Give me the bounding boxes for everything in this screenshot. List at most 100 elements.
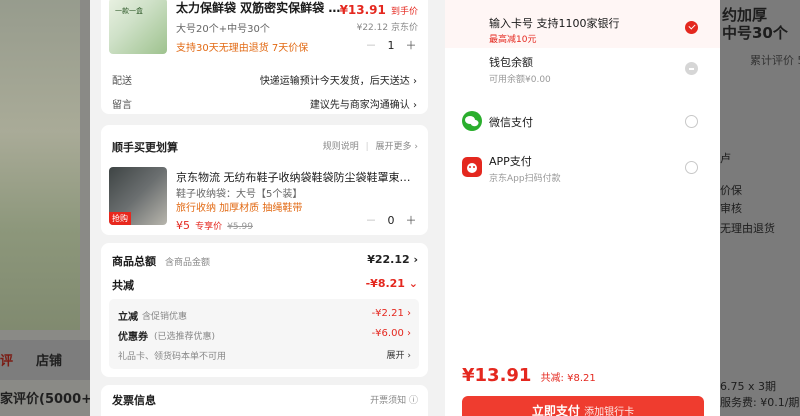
- instant-discount-sub: 含促销优惠: [142, 312, 188, 322]
- product-price-group: ¥13.91 到手价: [340, 0, 418, 18]
- tab-reviews[interactable]: 评: [0, 350, 13, 369]
- payment-option-wechat[interactable]: 微信支付: [445, 104, 720, 140]
- background-tabs: 评 店铺: [0, 340, 90, 380]
- coupon-sub: (已选推荐优惠): [154, 332, 216, 342]
- addon-product-thumbnail[interactable]: 抢购: [109, 167, 167, 225]
- wechat-title: 微信支付: [489, 116, 533, 129]
- product-services: 支持30天无理由退货 7天价保: [176, 43, 309, 54]
- product-thumbnail[interactable]: 一款一盒: [109, 0, 167, 54]
- pay-now-hint: 添加银行卡: [584, 407, 635, 416]
- quantity-stepper: － 1 ＋: [362, 36, 420, 54]
- product-card: 一款一盒 太力保鲜袋 双筋密实保鲜袋 密… ¥13.91 到手价 大号20个+中…: [101, 0, 428, 114]
- payment-method-panel: 输入卡号 支持1100家银行 最高减10元 钱包余额 可用余额¥0.00 微信支…: [445, 0, 720, 416]
- payment-total-saved: 共减: ¥8.21: [540, 373, 596, 384]
- price-summary-card: 商品总额 含商品金额 ¥22.12 › 共减 -¥8.21 ⌄ 立减 含促销优惠…: [101, 243, 428, 377]
- addon-more-link[interactable]: 展开更多: [376, 142, 412, 152]
- addon-rules-link[interactable]: 规则说明: [323, 142, 359, 152]
- addon-price-group: ¥5 专享价 ¥5.99: [176, 214, 253, 233]
- product-price-note: 到手价: [390, 7, 418, 17]
- addon-quantity-stepper: － 0 ＋: [362, 211, 420, 229]
- delivery-label: 配送: [112, 76, 132, 87]
- message-label: 留言: [112, 100, 132, 111]
- payment-total: ¥13.91: [462, 365, 532, 386]
- invoice-label: 发票信息: [112, 394, 156, 407]
- jd-app-icon: [462, 157, 482, 177]
- quantity-value[interactable]: 1: [380, 39, 402, 52]
- addon-price-note: 专享价: [195, 222, 223, 232]
- coupon-value[interactable]: -¥6.00 ›: [372, 328, 411, 339]
- instant-discount-value[interactable]: -¥2.21 ›: [372, 308, 411, 319]
- delivery-row[interactable]: 配送 快递运输预计今天发货，后天送达 ›: [112, 72, 417, 87]
- addon-card: 顺手买更划算 规则说明 | 展开更多 › 抢购 京东物流 无纺布鞋子收纳袋鞋袋防…: [101, 125, 428, 235]
- wallet-title: 钱包余额: [489, 56, 533, 69]
- message-row[interactable]: 留言 建议先与商家沟通确认 ›: [112, 96, 417, 111]
- wechat-bubble-icon: [465, 116, 479, 127]
- addon-quantity-decrease-button[interactable]: －: [362, 212, 380, 228]
- gift-card-note: 礼品卡、领货码本单不可用: [118, 352, 227, 362]
- app-pay-radio[interactable]: [685, 161, 698, 174]
- pay-now-label: 立即支付: [531, 404, 580, 416]
- tab-shop[interactable]: 店铺: [36, 350, 62, 369]
- addon-product-tags: 旅行收纳 加厚材质 抽绳鞋带: [176, 203, 303, 214]
- quantity-decrease-button[interactable]: －: [362, 37, 380, 53]
- addon-header: 顺手买更划算: [112, 141, 178, 154]
- discount-details: 立减 含促销优惠 -¥2.21 › 优惠券 (已选推荐优惠) -¥6.00 › …: [109, 299, 419, 369]
- payment-option-bank-card[interactable]: 输入卡号 支持1100家银行 最高减10元: [445, 0, 720, 48]
- addon-quantity-value[interactable]: 0: [380, 214, 402, 227]
- background-side-label: 价保: [720, 184, 742, 197]
- addon-price: ¥5: [176, 219, 190, 232]
- invoice-card: 发票信息 开票须知 ⓘ: [101, 385, 428, 416]
- payment-option-app[interactable]: APP支付 京东App扫码付款: [445, 150, 720, 190]
- addon-thumbnail-tag: 抢购: [109, 212, 131, 225]
- addon-product-title[interactable]: 京东物流 无纺布鞋子收纳袋鞋袋防尘袋鞋罩束口抽…: [176, 169, 416, 185]
- background-side-label: 无理由退货: [720, 222, 775, 235]
- background-right: 约加厚 中号30个 累计评价 5 卢 价保 审核 无理由退货 6.75 x 3期…: [720, 0, 800, 416]
- app-pay-title: APP支付: [489, 155, 532, 168]
- thumbnail-caption: 一款一盒: [115, 7, 143, 15]
- product-title[interactable]: 太力保鲜袋 双筋密实保鲜袋 密…: [176, 0, 351, 16]
- background-side-label: 卢: [720, 152, 731, 165]
- background-product-image: [0, 0, 80, 330]
- discount-value[interactable]: -¥8.21 ⌄: [366, 277, 418, 290]
- wechat-pay-icon: [462, 111, 482, 131]
- product-original-price-group: ¥22.12 京东价: [357, 20, 418, 33]
- bank-card-title: 输入卡号 支持1100家银行: [489, 17, 620, 30]
- background-installment: 6.75 x 3期: [720, 380, 776, 393]
- payment-option-wallet: 钱包余额 可用余额¥0.00: [445, 48, 720, 92]
- product-original-price-note: 京东价: [390, 23, 418, 33]
- quantity-increase-button[interactable]: ＋: [402, 37, 420, 53]
- payment-total-group: ¥13.91 共减: ¥8.21: [462, 365, 596, 386]
- invoice-notice-link[interactable]: 开票须知 ⓘ: [370, 393, 418, 406]
- app-pay-subtitle: 京东App扫码付款: [489, 174, 561, 184]
- bank-card-subtitle: 最高减10元: [489, 35, 537, 45]
- addon-links: 规则说明 | 展开更多 ›: [323, 139, 418, 152]
- checkout-order-panel: 一款一盒 太力保鲜袋 双筋密实保鲜袋 密… ¥13.91 到手价 大号20个+中…: [90, 0, 445, 416]
- delivery-value[interactable]: 快递运输预计今天发货，后天送达 ›: [260, 72, 417, 87]
- gift-card-expand[interactable]: 展开 ›: [387, 348, 411, 361]
- divider: |: [365, 142, 369, 152]
- addon-original-price: ¥5.99: [227, 222, 253, 232]
- product-spec[interactable]: 大号20个+中号30个: [176, 20, 270, 35]
- discount-label: 共减: [112, 279, 134, 292]
- addon-product-spec[interactable]: 鞋子收纳袋：大号【5个装】: [176, 185, 302, 200]
- product-price: ¥13.91: [339, 3, 386, 17]
- jd-dog-icon: [467, 163, 477, 173]
- instant-discount-label: 立减: [118, 312, 138, 323]
- background-fee: 服务费: ¥0.1/期: [720, 396, 800, 409]
- wechat-radio[interactable]: [685, 115, 698, 128]
- background-review-count: 累计评价 5: [750, 54, 800, 67]
- coupon-label: 优惠券: [118, 332, 148, 343]
- total-value[interactable]: ¥22.12 ›: [367, 253, 418, 266]
- background-product-title: 约加厚 中号30个: [722, 6, 788, 42]
- addon-quantity-increase-button[interactable]: ＋: [402, 212, 420, 228]
- background-side-label: 审核: [720, 202, 742, 215]
- background-left: 评 店铺 家评价(5000+: [0, 0, 93, 416]
- total-sub: 含商品金额: [165, 258, 211, 268]
- background-comments-title: 家评价(5000+: [0, 392, 93, 407]
- pay-now-button[interactable]: 立即支付 添加银行卡: [462, 396, 704, 416]
- chevron-right-icon: ›: [414, 142, 418, 152]
- product-original-price: ¥22.12: [356, 23, 389, 33]
- wallet-radio: [685, 62, 698, 75]
- message-value[interactable]: 建议先与商家沟通确认 ›: [310, 96, 417, 111]
- bank-card-radio[interactable]: [685, 21, 698, 34]
